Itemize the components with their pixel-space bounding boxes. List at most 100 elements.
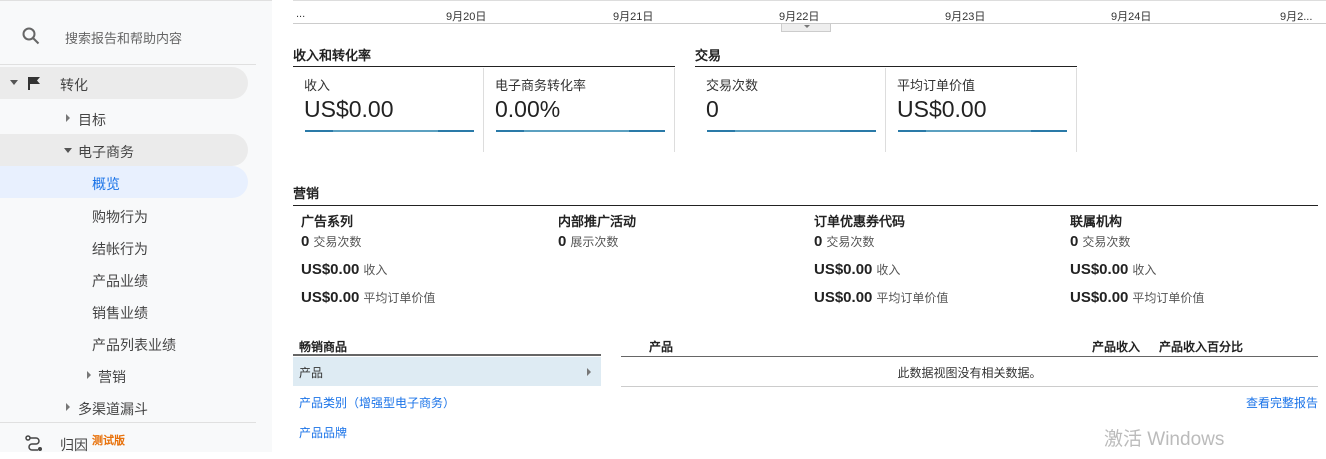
sidebar-item-checkout-behavior[interactable]: 结帐行为	[0, 231, 248, 263]
stat-value: US$0.00	[814, 289, 873, 306]
column-header[interactable]: 产品收入百分比	[1159, 338, 1243, 355]
sidebar-label: 多渠道漏斗	[78, 401, 148, 417]
sidebar-label: 营销	[98, 369, 126, 385]
flag-icon	[28, 77, 40, 90]
sidebar-label: 电子商务	[78, 144, 134, 160]
caret-right-icon	[66, 114, 70, 122]
sidebar-item-product-list-performance[interactable]: 产品列表业绩	[0, 327, 248, 359]
item-label: 产品	[299, 366, 324, 380]
stat-value: US$0.00	[1070, 289, 1129, 306]
sidebar-item-attribution[interactable]: 归因 测试版	[0, 427, 248, 459]
column-title: 内部推广活动	[558, 214, 637, 229]
caret-right-icon	[66, 403, 70, 411]
top-sellers-title: 畅销商品	[293, 338, 601, 356]
column-header[interactable]: 产品收入	[1092, 338, 1140, 355]
sidebar-item-product-performance[interactable]: 产品业绩	[0, 263, 248, 295]
sidebar-label: 结帐行为	[92, 241, 148, 257]
sidebar-item-conversions[interactable]: 转化	[0, 67, 248, 99]
metric-label: 电子商务转化率	[495, 78, 587, 93]
metric-value: 0	[706, 96, 719, 122]
stat-value: US$0.00	[301, 261, 360, 278]
stat-value: 0	[558, 233, 567, 250]
caret-right-icon	[87, 371, 91, 379]
column-header[interactable]: 产品	[649, 338, 673, 355]
metric-value: US$0.00	[304, 96, 394, 122]
metric-card-revenue[interactable]: 收入 US$0.00	[293, 68, 484, 152]
metric-card-avg-order-value[interactable]: 平均订单价值 US$0.00	[886, 68, 1077, 152]
top-sellers-item-category[interactable]: 产品类别（增强型电子商务）	[299, 394, 455, 411]
marketing-internal-promotion: 内部推广活动 0 展示次数	[558, 211, 808, 261]
stat-value: 0	[301, 233, 310, 250]
sidebar-item-multichannel[interactable]: 多渠道漏斗	[0, 391, 248, 423]
metric-card-conversion-rate[interactable]: 电子商务转化率 0.00%	[484, 68, 675, 152]
sidebar-item-goals[interactable]: 目标	[0, 102, 248, 134]
sidebar-item-shopping-behavior[interactable]: 购物行为	[0, 199, 248, 231]
stat-value: US$0.00	[1070, 261, 1129, 278]
windows-watermark: 激活 Windows	[1104, 429, 1225, 450]
sparkline	[707, 130, 876, 132]
sidebar-item-overview[interactable]: 概览	[0, 166, 248, 198]
sparkline	[898, 130, 1067, 132]
caret-right-icon	[587, 368, 591, 376]
stat-label: 收入	[876, 263, 901, 277]
chart-collapse-handle[interactable]	[781, 24, 831, 32]
axis-label: 9月22日	[779, 11, 820, 23]
stat-label: 交易次数	[1082, 235, 1131, 249]
stat-label: 平均订单价值	[363, 291, 436, 305]
sidebar-item-sales-performance[interactable]: 销售业绩	[0, 295, 248, 327]
metric-label: 收入	[304, 78, 331, 93]
marketing-coupon-codes: 订单优惠券代码 0 交易次数 US$0.00 收入 US$0.00 平均订单价值	[814, 211, 1064, 317]
sparkline	[305, 130, 474, 132]
sidebar-label: 产品列表业绩	[92, 337, 176, 353]
empty-table-message: 此数据视图没有相关数据。	[621, 357, 1318, 387]
stat-label: 展示次数	[570, 235, 619, 249]
stat-label: 收入	[1132, 263, 1157, 277]
attribution-icon	[25, 435, 42, 451]
marketing-affiliates: 联属机构 0 交易次数 US$0.00 收入 US$0.00 平均订单价值	[1070, 211, 1320, 317]
sidebar-item-ecommerce[interactable]: 电子商务	[0, 134, 248, 166]
stat-label: 交易次数	[826, 235, 875, 249]
sidebar-label: 概览	[92, 176, 120, 192]
column-title: 广告系列	[301, 214, 354, 229]
axis-label: 9月21日	[613, 11, 654, 23]
metric-label: 平均订单价值	[897, 78, 976, 93]
top-sellers-item-brand[interactable]: 产品品牌	[299, 424, 347, 441]
caret-down-icon	[64, 148, 72, 153]
metric-card-transactions[interactable]: 交易次数 0	[695, 68, 886, 152]
revenue-section-title: 收入和转化率	[293, 45, 675, 67]
column-title: 订单优惠券代码	[814, 214, 906, 229]
stat-label: 交易次数	[313, 235, 362, 249]
stat-value: US$0.00	[301, 289, 360, 306]
search-box[interactable]: 搜索报告和帮助内容	[0, 1, 256, 65]
search-placeholder: 搜索报告和帮助内容	[65, 31, 183, 46]
timeline-axis: ... 9月20日 9月21日 9月22日 9月23日 9月24日 9月2...	[293, 0, 1326, 24]
sparkline	[496, 130, 665, 132]
axis-label: ...	[296, 8, 306, 20]
stat-value: US$0.00	[814, 261, 873, 278]
marketing-section-title: 营销	[293, 183, 1318, 206]
metric-value: 0.00%	[495, 96, 561, 122]
full-report-link[interactable]: 查看完整报告	[1246, 394, 1318, 411]
metric-value: US$0.00	[897, 96, 987, 122]
sidebar-label: 产品业绩	[92, 273, 148, 289]
sidebar-label: 购物行为	[92, 209, 148, 225]
top-sellers-item-product[interactable]: 产品	[293, 357, 601, 386]
sidebar-label: 目标	[78, 112, 106, 128]
transactions-section-title: 交易	[695, 45, 1077, 67]
stat-label: 平均订单价值	[1132, 291, 1205, 305]
search-icon	[22, 27, 40, 45]
caret-down-icon	[804, 25, 810, 28]
product-table-header: 产品 产品收入 产品收入百分比	[621, 338, 1318, 357]
marketing-campaigns: 广告系列 0 交易次数 US$0.00 收入 US$0.00 平均订单价值	[301, 211, 551, 317]
sidebar: 搜索报告和帮助内容 转化 目标 电子商务 概览 购物行为 结帐行为 产品业绩 销…	[0, 0, 272, 453]
sidebar-label: 转化	[60, 77, 88, 93]
axis-label: 9月23日	[945, 11, 986, 23]
axis-label: 9月2...	[1280, 11, 1313, 23]
sidebar-label: 归因	[60, 437, 88, 453]
axis-label: 9月20日	[446, 11, 487, 23]
sidebar-label: 销售业绩	[92, 305, 148, 321]
column-title: 联属机构	[1070, 214, 1123, 229]
stat-label: 平均订单价值	[876, 291, 949, 305]
metric-label: 交易次数	[706, 78, 759, 93]
sidebar-item-marketing[interactable]: 营销	[0, 359, 248, 391]
